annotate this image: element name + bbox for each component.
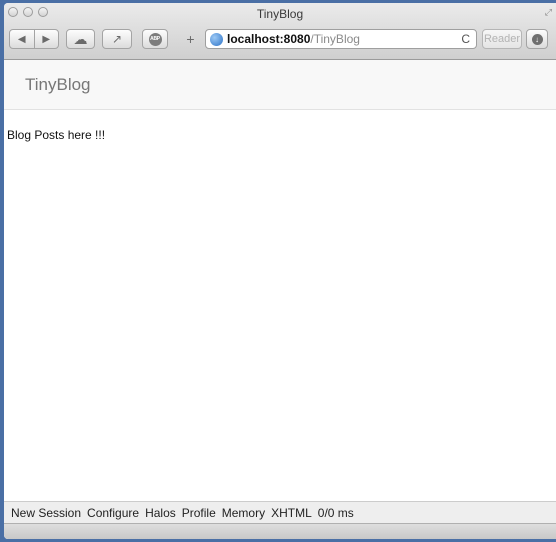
profile-link[interactable]: Profile xyxy=(182,506,216,520)
plus-icon: + xyxy=(186,31,195,47)
configure-link[interactable]: Configure xyxy=(87,506,139,520)
back-forward-button: ◀ ▶ xyxy=(9,29,59,49)
reader-button[interactable]: Reader xyxy=(482,29,522,49)
url-host: localhost:8080 xyxy=(227,32,311,46)
new-tab-button[interactable]: + xyxy=(179,29,202,49)
browser-toolbar: ◀ ▶ ☁ ↗ ABP + localhost:8080/TinyBlog C … xyxy=(4,27,556,51)
fullscreen-icon[interactable]: ⤢ xyxy=(545,7,552,18)
memory-link[interactable]: Memory xyxy=(222,506,265,520)
browser-chrome: TinyBlog ⤢ ◀ ▶ ☁ ↗ ABP + localhost:8080/… xyxy=(4,3,556,60)
new-session-link[interactable]: New Session xyxy=(11,506,81,520)
globe-icon xyxy=(210,32,223,46)
cloud-icon: ☁ xyxy=(73,30,88,47)
adblock-icon: ABP xyxy=(148,32,162,46)
xhtml-link[interactable]: XHTML xyxy=(271,506,312,520)
status-bar xyxy=(4,523,556,539)
icloud-tabs-button[interactable]: ☁ xyxy=(66,29,95,49)
downloads-icon: ↓ xyxy=(531,33,543,45)
halos-link[interactable]: Halos xyxy=(145,506,176,520)
app-brand[interactable]: TinyBlog xyxy=(25,75,91,95)
back-icon[interactable]: ◀ xyxy=(10,30,34,48)
dev-toolbar: New Session Configure Halos Profile Memo… xyxy=(4,501,556,524)
main-content-text: Blog Posts here !!! xyxy=(7,128,106,142)
downloads-button[interactable]: ↓ xyxy=(526,29,548,49)
address-bar[interactable]: localhost:8080/TinyBlog C xyxy=(205,29,477,49)
url-path: /TinyBlog xyxy=(310,32,360,46)
forward-icon[interactable]: ▶ xyxy=(33,30,59,48)
render-timing: 0/0 ms xyxy=(317,506,354,520)
adblock-button[interactable]: ABP xyxy=(142,29,168,49)
reload-icon[interactable]: C xyxy=(461,32,470,46)
window-title: TinyBlog xyxy=(256,7,304,21)
share-icon: ↗ xyxy=(111,32,123,46)
app-header: TinyBlog xyxy=(4,60,556,110)
browser-window: TinyBlog ⤢ ◀ ▶ ☁ ↗ ABP + localhost:8080/… xyxy=(4,3,556,539)
page-content: TinyBlog Blog Posts here !!! New Session… xyxy=(4,60,556,539)
share-button[interactable]: ↗ xyxy=(102,29,132,49)
